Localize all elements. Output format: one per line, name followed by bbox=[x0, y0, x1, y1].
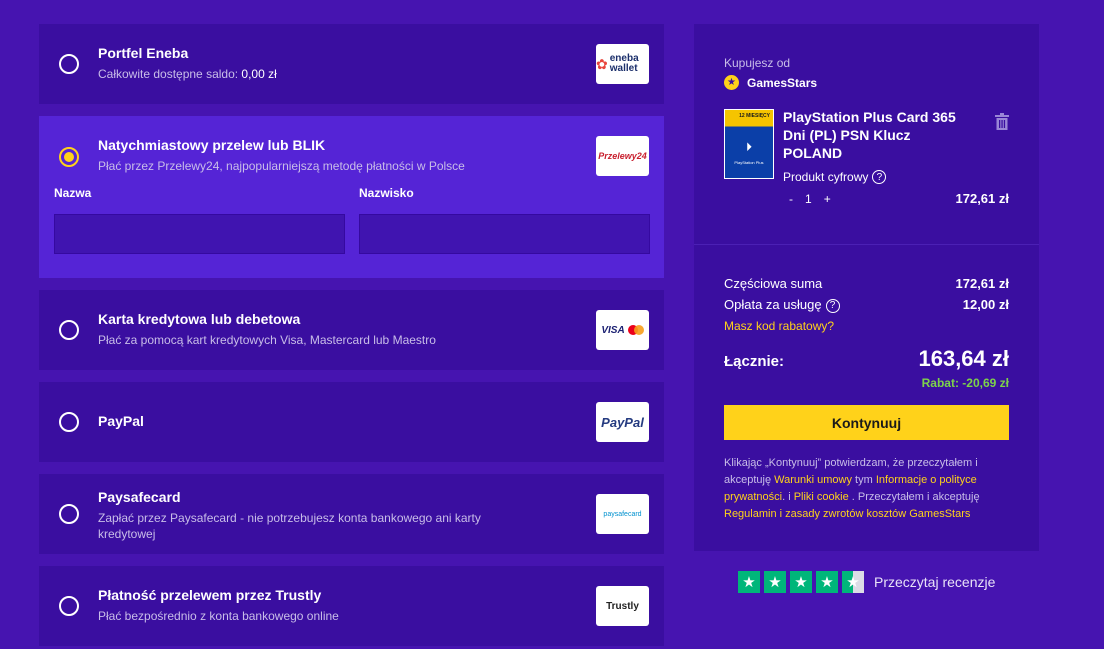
payment-method-description: Płać przez Przelewy24, najpopularniejszą… bbox=[98, 159, 465, 173]
mastercard-icon-2 bbox=[633, 325, 644, 335]
last-name-label: Nazwisko bbox=[359, 186, 414, 200]
payment-method-title: Paysafecard bbox=[98, 489, 181, 505]
eneba-wallet-logo: ✿ eneba wallet bbox=[596, 44, 649, 84]
radio-button[interactable] bbox=[59, 54, 79, 74]
coupon-link[interactable]: Masz kod rabatowy? bbox=[724, 319, 834, 333]
radio-button[interactable] bbox=[59, 320, 79, 340]
playstation-icon: ⏵ bbox=[745, 140, 752, 154]
seller-name[interactable]: GamesStars bbox=[747, 76, 817, 90]
payment-method-eneba-wallet[interactable]: Portfel Eneba Całkowite dostępne saldo: … bbox=[39, 24, 664, 104]
payment-method-title: Portfel Eneba bbox=[98, 45, 189, 61]
order-summary: Kupujesz od ★ GamesStars 12 MIESIĘCY ⏵ P… bbox=[694, 24, 1039, 551]
legal-text-4: . Przeczytałem i akceptuję bbox=[848, 491, 980, 503]
visa-text: VISA bbox=[601, 324, 625, 336]
payment-method-title: Karta kredytowa lub debetowa bbox=[98, 311, 301, 327]
first-name-input[interactable] bbox=[54, 214, 345, 254]
legal-text: Klikając „Kontynuuj” potwierdzam, że prz… bbox=[724, 455, 1009, 523]
thumbnail-badge: 12 MIESIĘCY bbox=[739, 113, 770, 119]
refund-policy-link[interactable]: Regulamin i zasady zwrotów kosztów Games… bbox=[724, 508, 970, 520]
last-name-input[interactable] bbox=[359, 214, 650, 254]
increase-button[interactable]: + bbox=[824, 192, 831, 206]
help-icon[interactable]: ? bbox=[872, 170, 887, 184]
payment-method-title: PayPal bbox=[98, 413, 144, 429]
radio-button[interactable] bbox=[59, 596, 79, 616]
total-label: Łącznie: bbox=[724, 353, 785, 370]
paypal-logo: PayPal bbox=[596, 402, 649, 442]
radio-button[interactable] bbox=[59, 504, 79, 524]
payment-method-przelewy24[interactable]: Natychmiastowy przelew lub BLIK Płać prz… bbox=[39, 116, 664, 278]
discount-value: Rabat: -20,69 zł bbox=[921, 376, 1009, 390]
subtotal-value: 172,61 zł bbox=[955, 276, 1010, 291]
quantity-stepper: - 1 + bbox=[789, 192, 831, 206]
payment-method-title: Natychmiastowy przelew lub BLIK bbox=[98, 137, 326, 153]
payment-method-trustly[interactable]: Płatność przelewem przez Trustly Płać be… bbox=[39, 566, 664, 646]
product-name[interactable]: PlayStation Plus Card 365 Dni (PL) PSN K… bbox=[783, 108, 973, 162]
trash-icon[interactable] bbox=[995, 113, 1009, 130]
payment-method-paypal[interactable]: PayPal PayPal bbox=[39, 382, 664, 462]
paysafecard-logo: paysafecard bbox=[596, 494, 649, 534]
subtotal-label: Częściowa suma bbox=[724, 276, 823, 291]
star-icon: ★ bbox=[764, 571, 786, 593]
payment-method-description: Płać bezpośrednio z konta bankowego onli… bbox=[98, 609, 339, 623]
cookies-link[interactable]: Pliki cookie bbox=[794, 491, 849, 503]
trustly-logo: Trustly bbox=[596, 586, 649, 626]
radio-button[interactable] bbox=[59, 412, 79, 432]
star-icon: ★ bbox=[738, 571, 760, 593]
payment-method-card[interactable]: Karta kredytowa lub debetowa Płać za pom… bbox=[39, 290, 664, 370]
checkout-page: Portfel Eneba Całkowite dostępne saldo: … bbox=[0, 0, 1104, 649]
eneba-icon: ✿ bbox=[596, 55, 608, 72]
seller: ★ GamesStars bbox=[724, 75, 817, 90]
divider bbox=[694, 244, 1039, 245]
balance-value: 0,00 zł bbox=[241, 67, 277, 81]
przelewy24-logo: Przelewy24 bbox=[596, 136, 649, 176]
star-icon: ★ bbox=[816, 571, 838, 593]
read-reviews-link[interactable]: Przeczytaj recenzje bbox=[874, 574, 995, 590]
thumbnail-brand: PlayStation Plus bbox=[734, 160, 764, 165]
buying-from-label: Kupujesz od bbox=[724, 56, 791, 70]
legal-text-2: tym bbox=[852, 474, 876, 486]
fee-label-wrap: Opłata za usługę? bbox=[724, 297, 840, 313]
legal-text-3: . i bbox=[782, 491, 794, 503]
product-type-text: Produkt cyfrowy bbox=[783, 170, 869, 184]
payment-method-title: Płatność przelewem przez Trustly bbox=[98, 587, 322, 603]
payment-method-paysafecard[interactable]: Paysafecard Zapłać przez Paysafecard - n… bbox=[39, 474, 664, 554]
balance-label: Całkowite dostępne saldo: bbox=[98, 67, 242, 81]
continue-button[interactable]: Kontynuuj bbox=[724, 405, 1009, 440]
decrease-button[interactable]: - bbox=[789, 192, 793, 206]
quantity-value: 1 bbox=[805, 192, 812, 206]
payment-method-description: Całkowite dostępne saldo: 0,00 zł bbox=[98, 66, 538, 82]
payment-methods-list: Portfel Eneba Całkowite dostępne saldo: … bbox=[39, 24, 664, 649]
fee-value: 12,00 zł bbox=[962, 297, 1009, 313]
half-star-icon: ★ bbox=[842, 571, 864, 593]
seller-star-icon: ★ bbox=[724, 75, 739, 90]
star-icon: ★ bbox=[790, 571, 812, 593]
product-thumbnail[interactable]: 12 MIESIĘCY ⏵ PlayStation Plus bbox=[724, 109, 774, 179]
payment-method-description: Zapłać przez Paysafecard - nie potrzebuj… bbox=[98, 511, 481, 541]
terms-link[interactable]: Warunki umowy bbox=[774, 474, 852, 486]
logo-text: eneba wallet bbox=[609, 53, 639, 74]
payment-method-description: Płać za pomocą kart kredytowych Visa, Ma… bbox=[98, 333, 436, 347]
subtotal-row: Częściowa suma 172,61 zł bbox=[724, 276, 1009, 291]
fee-label: Opłata za usługę bbox=[724, 297, 822, 312]
help-icon[interactable]: ? bbox=[825, 298, 840, 313]
radio-button-checked[interactable] bbox=[59, 147, 79, 167]
visa-mastercard-logo: VISA bbox=[596, 310, 649, 350]
fee-row: Opłata za usługę? 12,00 zł bbox=[724, 297, 1009, 313]
product-type: Produkt cyfrowy ? bbox=[783, 170, 887, 184]
product-price: 172,61 zł bbox=[955, 191, 1010, 206]
first-name-label: Nazwa bbox=[54, 186, 92, 200]
total-value: 163,64 zł bbox=[918, 346, 1009, 371]
trustpilot-rating[interactable]: ★ ★ ★ ★ ★ Przeczytaj recenzje bbox=[738, 571, 995, 593]
